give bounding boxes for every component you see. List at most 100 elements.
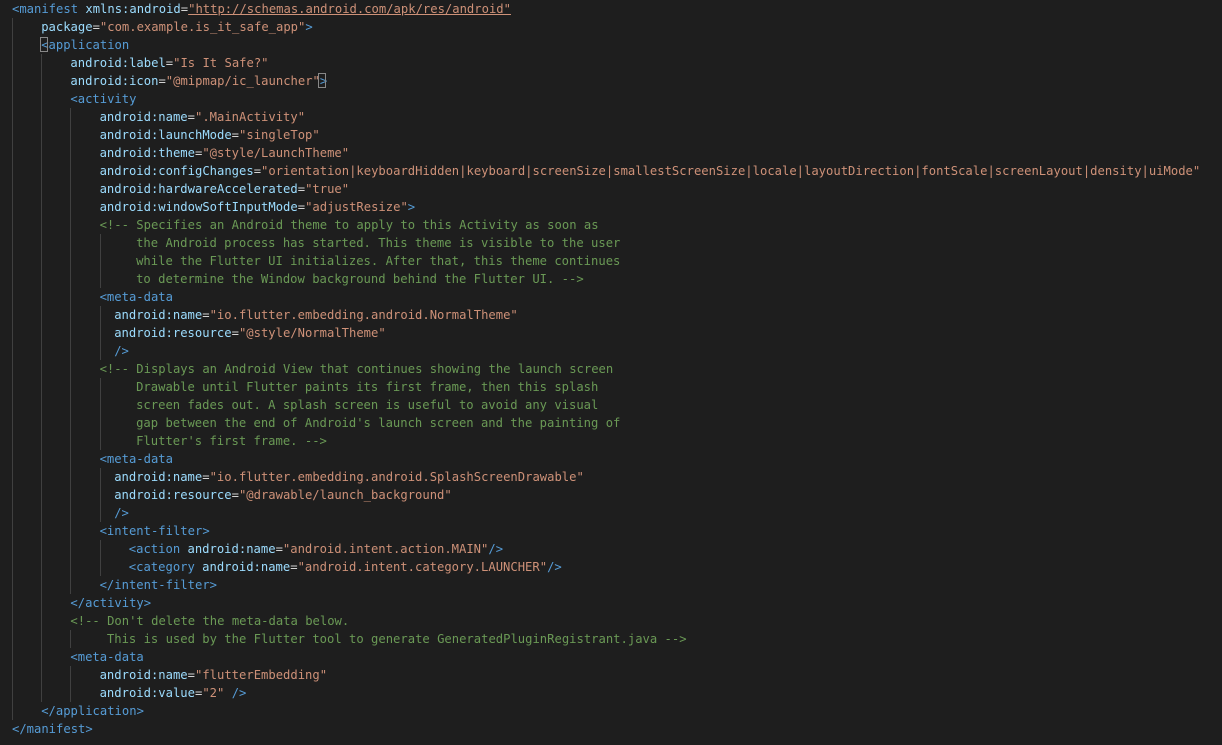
code-line[interactable]: Flutter's first frame. --> — [0, 432, 1222, 450]
line-text: android:name="flutterEmbedding" — [100, 666, 327, 684]
code-line[interactable]: <!-- Don't delete the meta-data below. — [0, 612, 1222, 630]
code-line[interactable]: gap between the end of Android's launch … — [0, 414, 1222, 432]
indent-guide — [70, 468, 72, 486]
code-line[interactable]: while the Flutter UI initializes. After … — [0, 252, 1222, 270]
code-line[interactable]: <application — [0, 36, 1222, 54]
indent-guide — [12, 18, 13, 36]
code-line[interactable]: android:resource="@drawable/launch_backg… — [0, 486, 1222, 504]
indent-guide — [41, 54, 43, 72]
indent-guide — [70, 486, 72, 504]
token-tag: <manifest — [12, 2, 86, 16]
code-line[interactable]: android:name="flutterEmbedding" — [0, 666, 1222, 684]
code-line[interactable]: <meta-data — [0, 288, 1222, 306]
indent-guide — [12, 234, 13, 252]
token-plain: = — [253, 164, 262, 178]
code-line[interactable]: android:name="io.flutter.embedding.andro… — [0, 468, 1222, 486]
code-line[interactable]: </activity> — [0, 594, 1222, 612]
token-plain: = — [187, 668, 195, 682]
indent-guide — [41, 486, 43, 504]
indent-guide — [41, 90, 43, 108]
code-line[interactable]: This is used by the Flutter tool to gene… — [0, 630, 1222, 648]
code-line[interactable]: <!-- Specifies an Android theme to apply… — [0, 216, 1222, 234]
token-attr: android:resource — [114, 326, 232, 340]
token-comment: <!-- Displays an Android View that conti… — [99, 362, 614, 376]
token-attr: android:hardwareAccelerated — [99, 182, 298, 196]
code-line[interactable]: android:resource="@style/NormalTheme" — [0, 324, 1222, 342]
indent-guide — [41, 540, 43, 558]
code-line[interactable]: </manifest> — [0, 720, 1222, 738]
code-line[interactable]: /> — [0, 342, 1222, 360]
indent-guide — [99, 414, 101, 432]
code-line[interactable]: android:label="Is It Safe?" — [0, 54, 1222, 72]
code-line[interactable]: <meta-data — [0, 450, 1222, 468]
code-line[interactable]: android:value="2" /> — [0, 684, 1222, 702]
indent-guide — [41, 468, 43, 486]
indent-guide — [41, 216, 43, 234]
line-text: android:hardwareAccelerated="true" — [100, 180, 350, 198]
code-line[interactable]: </intent-filter> — [0, 576, 1222, 594]
indent-guide — [12, 360, 13, 378]
bracket-match-highlight — [40, 37, 49, 52]
indent-guide — [12, 504, 13, 522]
code-line[interactable]: to determine the Window background behin… — [0, 270, 1222, 288]
indent-guide — [99, 504, 101, 522]
token-comment: while the Flutter UI initializes. After … — [136, 254, 621, 268]
code-line[interactable]: <action android:name="android.intent.act… — [0, 540, 1222, 558]
code-line[interactable]: android:name=".MainActivity" — [0, 108, 1222, 126]
code-line[interactable]: /> — [0, 504, 1222, 522]
code-line[interactable]: <category android:name="android.intent.c… — [0, 558, 1222, 576]
line-text: gap between the end of Android's launch … — [136, 414, 620, 432]
indent-guide — [99, 540, 101, 558]
indent-guide — [41, 378, 43, 396]
token-val: "@style/NormalTheme" — [238, 326, 386, 340]
indent-guide — [12, 630, 13, 648]
token-plain: = — [231, 326, 239, 340]
indent-guide — [99, 432, 101, 450]
code-line[interactable]: <activity — [0, 90, 1222, 108]
code-area[interactable]: <manifest xmlns:android="http://schemas.… — [0, 0, 1222, 738]
code-line[interactable]: screen fades out. A splash screen is use… — [0, 396, 1222, 414]
token-attr: android:windowSoftInputMode — [99, 200, 298, 214]
line-text: </activity> — [70, 594, 151, 612]
token-tag: </manifest> — [12, 722, 93, 736]
line-text: android:icon="@mipmap/ic_launcher"> — [70, 72, 327, 90]
code-line[interactable]: Drawable until Flutter paints its first … — [0, 378, 1222, 396]
code-line[interactable]: the Android process has started. This th… — [0, 234, 1222, 252]
indent-guide — [41, 432, 43, 450]
indent-guide — [41, 198, 43, 216]
token-val: "2" — [202, 686, 225, 700]
code-line[interactable]: android:windowSoftInputMode="adjustResiz… — [0, 198, 1222, 216]
code-line[interactable]: <meta-data — [0, 648, 1222, 666]
code-editor[interactable]: <manifest xmlns:android="http://schemas.… — [0, 0, 1222, 745]
indent-guide — [12, 126, 13, 144]
indent-guide — [12, 252, 13, 270]
indent-guide — [70, 396, 72, 414]
indent-guide — [70, 378, 72, 396]
code-line[interactable]: android:name="io.flutter.embedding.andro… — [0, 306, 1222, 324]
code-line[interactable]: android:configChanges="orientation|keybo… — [0, 162, 1222, 180]
token-tag: /> — [547, 560, 562, 574]
line-text: <meta-data — [100, 288, 173, 306]
indent-guide — [70, 630, 72, 648]
token-attr: android:theme — [99, 146, 195, 160]
indent-guide — [70, 576, 72, 594]
indent-guide — [70, 522, 72, 540]
code-line[interactable]: <!-- Displays an Android View that conti… — [0, 360, 1222, 378]
code-line[interactable]: <intent-filter> — [0, 522, 1222, 540]
token-plain: = — [202, 470, 210, 484]
code-line[interactable]: package="com.example.is_it_safe_app"> — [0, 18, 1222, 36]
code-line[interactable]: android:theme="@style/LaunchTheme" — [0, 144, 1222, 162]
token-comment: <!-- Don't delete the meta-data below. — [70, 614, 350, 628]
code-line[interactable]: <manifest xmlns:android="http://schemas.… — [0, 0, 1222, 18]
code-line[interactable]: android:icon="@mipmap/ic_launcher"> — [0, 72, 1222, 90]
code-line[interactable]: android:launchMode="singleTop" — [0, 126, 1222, 144]
indent-guide — [12, 522, 13, 540]
code-line[interactable]: android:hardwareAccelerated="true" — [0, 180, 1222, 198]
indent-guide — [41, 270, 43, 288]
token-tag: /> — [488, 542, 504, 556]
indent-guide — [70, 324, 72, 342]
indent-guide — [99, 306, 101, 324]
token-tag: /> — [231, 686, 247, 700]
code-line[interactable]: </application> — [0, 702, 1222, 720]
token-val: "singleTop" — [239, 128, 320, 142]
